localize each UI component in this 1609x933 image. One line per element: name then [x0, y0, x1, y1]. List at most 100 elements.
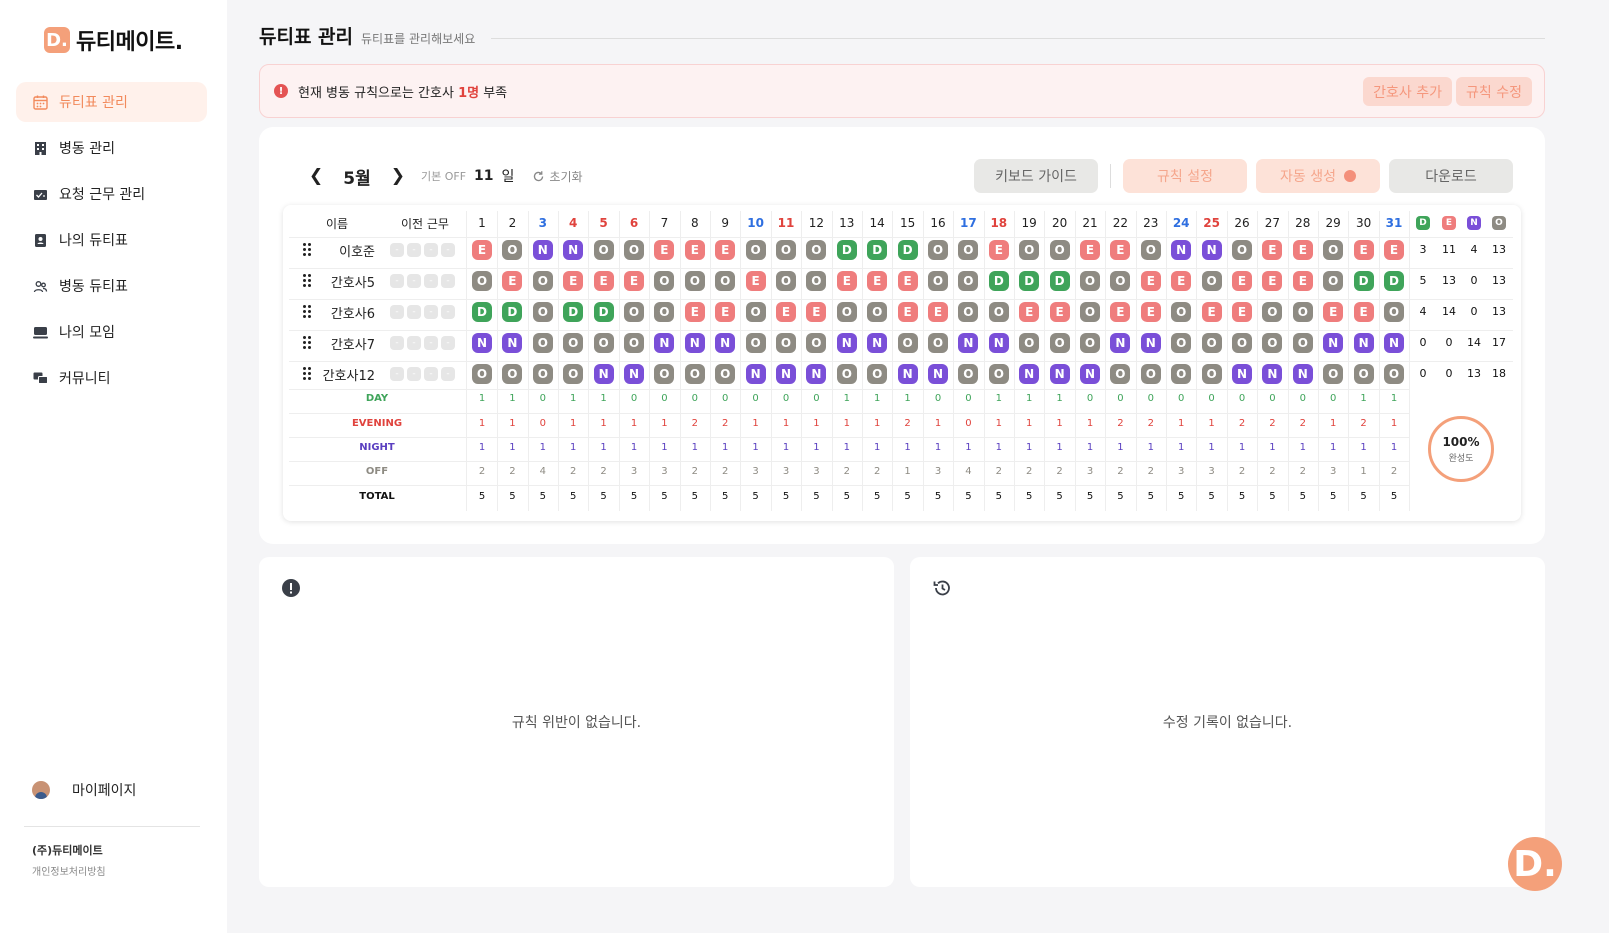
- prev-month-icon[interactable]: ❮: [303, 166, 329, 186]
- shift-cell[interactable]: O: [836, 364, 857, 384]
- shift-cell[interactable]: E: [1049, 302, 1070, 322]
- shift-cell[interactable]: O: [1201, 364, 1222, 384]
- shift-cell[interactable]: N: [684, 333, 705, 353]
- shift-cell[interactable]: N: [1232, 364, 1252, 384]
- shift-cell[interactable]: N: [867, 333, 888, 353]
- shift-cell[interactable]: D: [1049, 271, 1070, 291]
- shift-cell[interactable]: N: [1019, 364, 1040, 384]
- shift-cell[interactable]: D: [1353, 271, 1374, 291]
- shift-cell[interactable]: O: [1232, 240, 1252, 260]
- shift-cell[interactable]: E: [715, 302, 736, 322]
- shift-cell[interactable]: E: [1110, 240, 1131, 260]
- shift-cell[interactable]: O: [624, 333, 644, 353]
- previous-shift-cell[interactable]: -: [390, 274, 404, 288]
- shift-cell[interactable]: D: [897, 240, 918, 260]
- shift-cell[interactable]: N: [624, 364, 644, 384]
- shift-cell[interactable]: E: [1171, 271, 1192, 291]
- shift-cell[interactable]: O: [1232, 333, 1252, 353]
- shift-cell[interactable]: E: [988, 240, 1009, 260]
- shift-cell[interactable]: O: [1171, 302, 1192, 322]
- shift-cell[interactable]: O: [1140, 364, 1161, 384]
- shift-cell[interactable]: D: [563, 302, 584, 322]
- rule-setting-button[interactable]: 규칙 설정: [1123, 159, 1247, 193]
- shift-cell[interactable]: O: [928, 271, 948, 291]
- shift-cell[interactable]: O: [1201, 271, 1222, 291]
- add-nurse-button[interactable]: 간호사 추가: [1363, 77, 1453, 106]
- shift-cell[interactable]: E: [1353, 302, 1374, 322]
- sidebar-item-4[interactable]: 나의 듀티표: [16, 220, 207, 260]
- shift-cell[interactable]: E: [1384, 240, 1404, 260]
- shift-cell[interactable]: O: [532, 271, 553, 291]
- shift-cell[interactable]: E: [684, 240, 705, 260]
- previous-shift-cell[interactable]: -: [407, 336, 421, 350]
- shift-cell[interactable]: O: [867, 364, 888, 384]
- previous-shift-cell[interactable]: -: [441, 243, 455, 257]
- previous-shift-cell[interactable]: -: [424, 305, 438, 319]
- nurse-name[interactable]: 간호사6: [307, 303, 375, 322]
- shift-cell[interactable]: O: [563, 333, 584, 353]
- shift-cell[interactable]: N: [1262, 364, 1283, 384]
- shift-cell[interactable]: O: [745, 302, 766, 322]
- shift-cell[interactable]: E: [867, 271, 888, 291]
- shift-cell[interactable]: E: [836, 271, 857, 291]
- previous-shift-cell[interactable]: -: [424, 367, 438, 381]
- shift-cell[interactable]: O: [532, 302, 553, 322]
- previous-shift-cell[interactable]: -: [407, 305, 421, 319]
- shift-cell[interactable]: N: [897, 364, 918, 384]
- previous-shift-cell[interactable]: -: [441, 274, 455, 288]
- shift-cell[interactable]: O: [1140, 240, 1161, 260]
- shift-cell[interactable]: O: [1080, 333, 1100, 353]
- shift-cell[interactable]: O: [654, 302, 675, 322]
- shift-cell[interactable]: O: [715, 271, 736, 291]
- auto-generate-button[interactable]: 자동 생성: [1256, 159, 1380, 193]
- previous-shift-cell[interactable]: -: [390, 243, 404, 257]
- shift-cell[interactable]: O: [958, 302, 979, 322]
- shift-cell[interactable]: O: [684, 364, 705, 384]
- shift-cell[interactable]: O: [1292, 333, 1313, 353]
- sidebar-item-7[interactable]: 커뮤니티: [16, 358, 207, 398]
- previous-shift-cell[interactable]: -: [441, 336, 455, 350]
- shift-cell[interactable]: O: [715, 364, 736, 384]
- shift-cell[interactable]: O: [593, 240, 614, 260]
- shift-cell[interactable]: O: [624, 240, 644, 260]
- shift-cell[interactable]: O: [1019, 333, 1040, 353]
- shift-cell[interactable]: N: [532, 240, 553, 260]
- shift-cell[interactable]: O: [1323, 240, 1344, 260]
- shift-cell[interactable]: O: [502, 364, 523, 384]
- shift-cell[interactable]: E: [897, 271, 918, 291]
- shift-cell[interactable]: O: [1080, 271, 1100, 291]
- shift-cell[interactable]: O: [1384, 364, 1404, 384]
- previous-shift-cell[interactable]: -: [441, 367, 455, 381]
- shift-cell[interactable]: O: [806, 333, 827, 353]
- shift-cell[interactable]: E: [502, 271, 523, 291]
- shift-cell[interactable]: N: [1080, 364, 1100, 384]
- shift-cell[interactable]: N: [1049, 364, 1070, 384]
- nurse-name[interactable]: 간호사5: [307, 272, 375, 291]
- shift-cell[interactable]: O: [1171, 364, 1192, 384]
- shift-cell[interactable]: D: [867, 240, 888, 260]
- shift-cell[interactable]: E: [1232, 271, 1252, 291]
- shift-cell[interactable]: N: [1384, 333, 1404, 353]
- shift-cell[interactable]: O: [532, 333, 553, 353]
- edit-rule-button[interactable]: 규칙 수정: [1456, 77, 1532, 106]
- shift-cell[interactable]: O: [1019, 240, 1040, 260]
- shift-cell[interactable]: E: [684, 302, 705, 322]
- shift-cell[interactable]: N: [776, 364, 796, 384]
- shift-cell[interactable]: O: [1262, 302, 1283, 322]
- shift-cell[interactable]: E: [593, 271, 614, 291]
- shift-cell[interactable]: D: [1019, 271, 1040, 291]
- reset-button[interactable]: 초기화: [532, 168, 583, 185]
- shift-cell[interactable]: O: [776, 333, 796, 353]
- shift-cell[interactable]: E: [654, 240, 675, 260]
- shift-cell[interactable]: O: [1353, 364, 1374, 384]
- shift-cell[interactable]: N: [1323, 333, 1344, 353]
- shift-cell[interactable]: E: [745, 271, 766, 291]
- shift-cell[interactable]: O: [928, 333, 948, 353]
- shift-cell[interactable]: O: [1080, 302, 1100, 322]
- shift-cell[interactable]: E: [1140, 271, 1161, 291]
- shift-cell[interactable]: O: [1292, 302, 1313, 322]
- shift-cell[interactable]: E: [1292, 271, 1313, 291]
- shift-cell[interactable]: E: [1262, 271, 1283, 291]
- sidebar-item-1[interactable]: 듀티표 관리: [16, 82, 207, 122]
- previous-shift-cell[interactable]: -: [424, 274, 438, 288]
